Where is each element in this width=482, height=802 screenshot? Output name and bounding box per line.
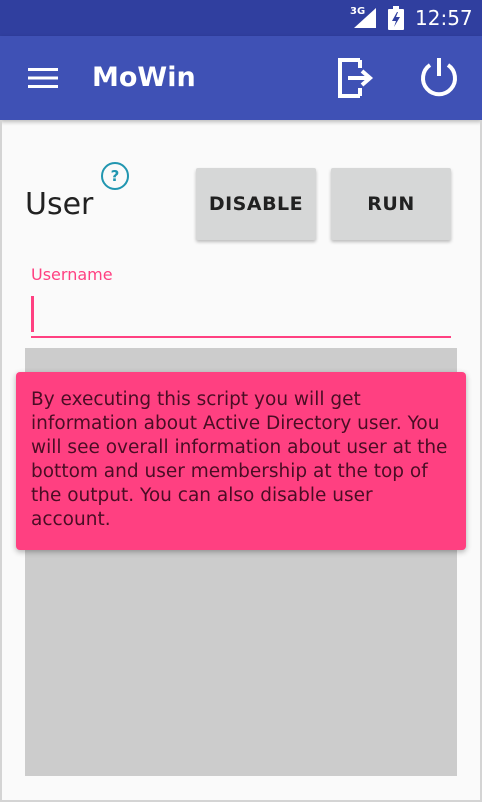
- help-icon[interactable]: ?: [101, 162, 129, 190]
- status-bar: 3G 12:57: [0, 0, 482, 36]
- signal-icon: [354, 8, 376, 28]
- battery-charging-icon: [388, 6, 404, 30]
- username-label: Username: [31, 265, 113, 284]
- page-title: User: [25, 187, 94, 222]
- info-tooltip: By executing this script you will get in…: [16, 372, 466, 550]
- app-bar: MoWin: [0, 36, 482, 120]
- text-cursor: [31, 296, 34, 332]
- frame-left-border: [0, 120, 2, 802]
- logout-icon[interactable]: [336, 56, 376, 100]
- app-title: MoWin: [92, 62, 196, 93]
- clock: 12:57: [415, 6, 473, 30]
- username-input[interactable]: [31, 292, 451, 338]
- run-button[interactable]: RUN: [331, 168, 451, 240]
- hamburger-menu-icon[interactable]: [28, 66, 58, 90]
- disable-button[interactable]: DISABLE: [196, 168, 316, 240]
- power-icon[interactable]: [418, 56, 460, 98]
